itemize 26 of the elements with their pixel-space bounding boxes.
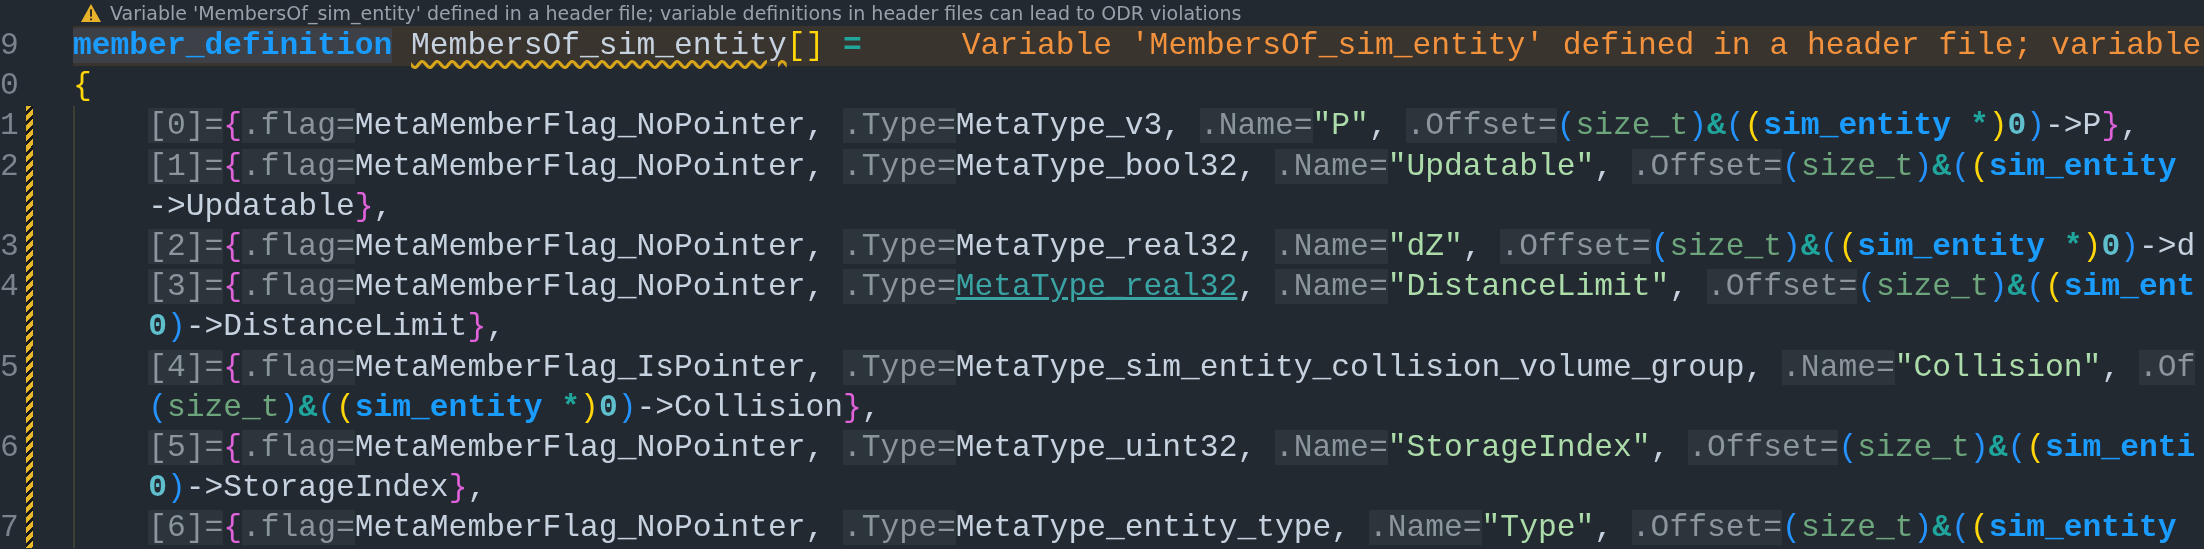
code-line: [5]={.flag=MetaMemberFlag_NoPointer, .Type=MetaType_uint32, .Name="StorageIndex", .Offset=(size_t)&((sim_enti: [147, 428, 2196, 467]
line-number: 9: [0, 27, 20, 66]
line-number: 2: [0, 147, 20, 186]
warning-message: Variable 'MembersOf_sim_entity' defined in a header file; variable definitions in header files can lead to ODR violations: [110, 1, 1242, 26]
line-number: 7: [0, 509, 20, 548]
code-line: {: [73, 67, 92, 106]
code-line: 0)->DistanceLimit},: [147, 308, 505, 347]
error-message: Variable 'MembersOf_sim_entity' defined in a header file; variable: [961, 27, 2202, 66]
code-line: (size_t)&((sim_entity *)0)->Collision},: [147, 388, 881, 427]
code-line: ->Updatable},: [147, 187, 393, 226]
code-line: member_definition MembersOf_sim_entity[] =: [73, 27, 862, 66]
code-line: [1]={.flag=MetaMemberFlag_NoPointer, .Type=MetaType_bool32, .Name="Updatable", .Offset=(size_t)&((sim_entity: [147, 147, 2177, 186]
code-line: [6]={.flag=MetaMemberFlag_NoPointer, .Type=MetaType_entity_type, .Name="Type", .Offset=(size_t)&((sim_entity: [147, 509, 2177, 548]
line-number: 5: [0, 348, 20, 387]
warning-icon: [80, 3, 102, 23]
code-line: 0)->StorageIndex},: [147, 469, 487, 508]
code-line: [4]={.flag=MetaMemberFlag_IsPointer, .Type=MetaType_sim_entity_collision_volume_group, .Name="Collision", .Of: [147, 348, 2196, 387]
code-line: [0]={.flag=MetaMemberFlag_NoPointer, .Type=MetaType_v3, .Name="P", .Offset=(size_t)&((sim_entity *)0)->P},: [147, 107, 2139, 146]
line-number: 3: [0, 228, 20, 267]
line-number: 1: [0, 107, 20, 146]
line-number: 0: [0, 67, 20, 106]
line-number: 4: [0, 268, 20, 307]
code-line: [3]={.flag=MetaMemberFlag_NoPointer, .Type=MetaType_real32, .Name="DistanceLimit", .Offset=(size_t)&((sim_ent: [147, 268, 2196, 307]
line-number: 6: [0, 428, 20, 467]
code-link[interactable]: MetaType_real32: [955, 269, 1238, 305]
code-line: [2]={.flag=MetaMemberFlag_NoPointer, .Type=MetaType_real32, .Name="dZ", .Offset=(size_t)&((sim_entity *)0)->d: [147, 228, 2196, 267]
